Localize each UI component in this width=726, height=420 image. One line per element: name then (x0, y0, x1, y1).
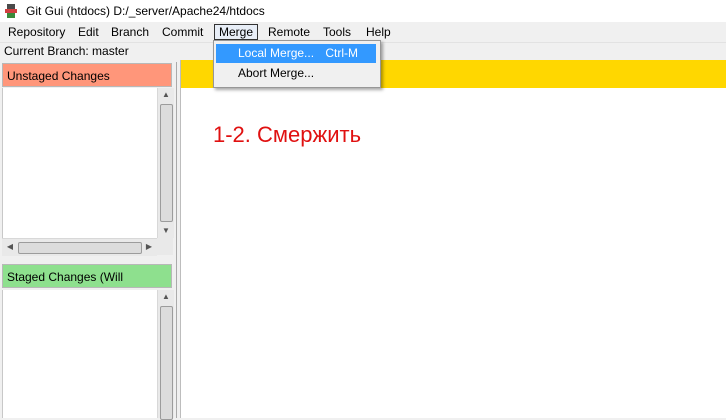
menu-item-abort-merge[interactable]: Abort Merge... (216, 64, 376, 83)
menu-commit[interactable]: Commit (158, 24, 207, 40)
scroll-left-arrow-icon[interactable]: ◀ (2, 240, 18, 254)
menu-merge[interactable]: Merge (214, 24, 259, 40)
scrollbar-corner (157, 238, 173, 255)
scroll-up-arrow-icon[interactable]: ▲ (158, 88, 174, 102)
scroll-up-arrow-icon[interactable]: ▲ (158, 290, 174, 304)
unstaged-horizontal-scrollbar[interactable]: ◀ ▶ (2, 238, 157, 256)
menu-edit[interactable]: Edit (74, 24, 103, 40)
staged-vertical-scrollbar[interactable]: ▲ (157, 290, 174, 420)
menu-item-shortcut: Ctrl-M (325, 46, 358, 60)
git-gui-icon (4, 3, 18, 19)
menu-remote[interactable]: Remote (264, 24, 314, 40)
changes-panel: Unstaged Changes ▲ ▼ ◀ ▶ Staged Changes … (0, 62, 177, 420)
annotation-text: 1-2. Смержить (213, 122, 362, 147)
window-title: Git Gui (htdocs) D:/_server/Apache24/htd… (26, 4, 265, 18)
menu-item-label: Abort Merge... (238, 66, 315, 80)
menu-item-local-merge[interactable]: Local Merge... Ctrl-M (216, 44, 376, 63)
scroll-right-arrow-icon[interactable]: ▶ (141, 240, 157, 254)
unstaged-changes-header: Unstaged Changes (2, 63, 172, 87)
scroll-down-arrow-icon[interactable]: ▼ (158, 224, 174, 238)
title-bar: Git Gui (htdocs) D:/_server/Apache24/htd… (0, 0, 726, 22)
unstaged-vertical-scrollbar[interactable]: ▲ ▼ (157, 88, 174, 238)
scroll-thumb[interactable] (18, 242, 142, 254)
unstaged-changes-list[interactable] (2, 88, 158, 238)
menu-repository[interactable]: Repository (4, 24, 69, 40)
staged-changes-list[interactable] (2, 290, 158, 418)
diff-panel[interactable]: 1-2. Смержить (180, 60, 726, 418)
menu-branch[interactable]: Branch (107, 24, 153, 40)
staged-changes-header: Staged Changes (Will Commit) (2, 264, 172, 308)
merge-dropdown-menu: Local Merge... Ctrl-M Abort Merge... (213, 40, 381, 88)
scroll-thumb[interactable] (160, 104, 173, 222)
current-branch-label: Current Branch: master (4, 44, 129, 58)
menu-tools[interactable]: Tools (319, 24, 355, 40)
menu-help[interactable]: Help (362, 24, 395, 40)
menu-item-label: Local Merge... (238, 46, 315, 60)
scroll-thumb[interactable] (160, 306, 173, 420)
